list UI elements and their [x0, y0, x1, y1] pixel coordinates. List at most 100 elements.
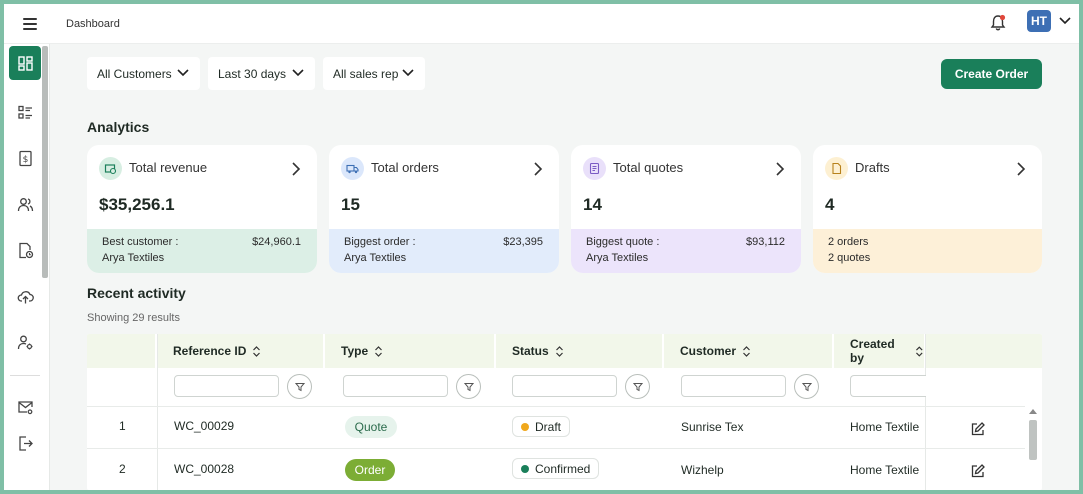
created-by-filter-input[interactable]	[850, 375, 926, 397]
card-total-revenue[interactable]: Total revenue $35,256.1 Best customer : …	[87, 145, 317, 273]
quote-document-icon	[589, 162, 600, 175]
table-scrollbar-thumb[interactable]	[1029, 420, 1037, 460]
status-label: Draft	[535, 419, 562, 434]
column-header-type[interactable]: Type	[325, 334, 496, 368]
truck-icon	[346, 164, 359, 174]
recent-activity-title: Recent activity	[87, 285, 186, 301]
filter-icon	[801, 382, 812, 391]
actions-header	[926, 334, 1042, 368]
customer-cell: Wizhelp	[681, 463, 724, 477]
sidebar-item-reports[interactable]	[9, 233, 41, 267]
edit-icon[interactable]	[970, 421, 986, 437]
sidebar-item-customers[interactable]	[9, 187, 41, 221]
sidebar-item-user-settings[interactable]	[9, 325, 41, 359]
sidebar: $	[4, 44, 50, 490]
quotes-icon-circle	[583, 157, 606, 180]
customers-filter[interactable]: All Customers	[87, 57, 200, 90]
column-header-label: Reference ID	[173, 344, 247, 358]
app-frame: Dashboard HT $ All Customers Last 30 day…	[4, 4, 1079, 490]
card-label: Total revenue	[129, 160, 208, 175]
type-badge: Quote	[345, 416, 397, 438]
filter-icon	[294, 382, 305, 391]
column-divider	[157, 334, 158, 490]
sort-icon[interactable]	[742, 345, 751, 357]
reference-id-filter-input[interactable]	[174, 375, 279, 397]
edit-icon[interactable]	[970, 463, 986, 479]
sort-icon[interactable]	[252, 345, 261, 357]
chevron-down-icon[interactable]	[1059, 16, 1071, 26]
column-header-created-by[interactable]: Created by	[834, 334, 926, 368]
card-total-quotes[interactable]: Total quotes 14 Biggest quote : $93,112 …	[571, 145, 801, 273]
status-filter-button[interactable]	[625, 374, 650, 399]
reference-id-cell[interactable]: WC_00029	[174, 419, 234, 433]
sidebar-item-invoices[interactable]: $	[9, 141, 41, 175]
footer-quotes: 2 quotes	[828, 252, 871, 264]
column-header-customer[interactable]: Customer	[664, 334, 834, 368]
sidebar-item-dashboard[interactable]	[9, 46, 41, 80]
customer-filter-input[interactable]	[681, 375, 786, 397]
list-icon	[17, 105, 32, 119]
chevron-right-icon[interactable]	[291, 162, 301, 176]
customer-cell: Sunrise Tex	[681, 420, 744, 434]
svg-text:$: $	[22, 155, 28, 165]
customer-filter-button[interactable]	[794, 374, 819, 399]
sidebar-item-logout[interactable]	[9, 426, 41, 460]
column-header-label: Created by	[850, 337, 895, 365]
scroll-up-icon[interactable]	[1029, 408, 1037, 414]
column-header-reference-id[interactable]: Reference ID	[157, 334, 325, 368]
file-clock-icon	[18, 242, 33, 258]
chevron-right-icon[interactable]	[1016, 162, 1026, 176]
sales-rep-filter-label: All sales rep	[333, 66, 399, 81]
card-total-orders[interactable]: Total orders 15 Biggest order : $23,395 …	[329, 145, 559, 273]
period-filter[interactable]: Last 30 days	[208, 57, 315, 90]
menu-icon[interactable]	[23, 18, 37, 30]
type-badge: Order	[345, 459, 395, 481]
sidebar-item-list[interactable]	[9, 95, 41, 129]
status-filter-input[interactable]	[512, 375, 617, 397]
user-settings-icon	[17, 335, 32, 349]
status-label: Confirmed	[535, 461, 591, 476]
table-scrollbar[interactable]	[1028, 406, 1038, 490]
card-value: 15	[341, 195, 360, 214]
row-number: 2	[119, 462, 126, 476]
footer-customer: Arya Textiles	[586, 252, 649, 264]
footer-customer: Arya Textiles	[102, 252, 165, 264]
card-label: Total quotes	[613, 160, 684, 175]
status-badge: Confirmed	[512, 458, 600, 479]
revenue-icon-circle	[99, 157, 122, 180]
type-filter-button[interactable]	[456, 374, 481, 399]
sort-icon[interactable]	[374, 345, 383, 357]
drafts-icon-circle	[825, 157, 848, 180]
draft-file-icon	[832, 162, 842, 175]
recent-activity-table: Reference ID Type Status Customer Create…	[87, 334, 1042, 490]
card-footer: 2 orders 2 quotes	[813, 229, 1042, 273]
invoice-icon: $	[18, 150, 32, 166]
sales-rep-filter[interactable]: All sales rep	[323, 57, 425, 90]
sort-icon[interactable]	[555, 345, 564, 357]
create-order-button[interactable]: Create Order	[941, 59, 1042, 89]
type-filter-input[interactable]	[343, 375, 448, 397]
sidebar-scrollbar[interactable]	[42, 46, 48, 278]
card-footer: Biggest order : $23,395 Arya Textiles	[329, 229, 559, 273]
card-value: 14	[583, 195, 602, 214]
footer-amount: $93,112	[746, 236, 785, 248]
footer-label: Best customer :	[102, 236, 179, 248]
card-drafts[interactable]: Drafts 4 2 orders 2 quotes	[813, 145, 1042, 273]
row-number: 1	[119, 419, 126, 433]
avatar[interactable]: HT	[1027, 10, 1051, 32]
reference-id-filter-button[interactable]	[287, 374, 312, 399]
row-number-header	[87, 334, 157, 368]
notification-bell-icon[interactable]	[988, 13, 1008, 33]
card-footer: Biggest quote : $93,112 Arya Textiles	[571, 229, 801, 273]
sort-icon[interactable]	[915, 345, 924, 357]
mail-settings-icon	[17, 400, 33, 414]
sidebar-item-mail-settings[interactable]	[9, 390, 41, 424]
column-header-status[interactable]: Status	[496, 334, 664, 368]
sidebar-item-upload[interactable]	[9, 279, 41, 313]
reference-id-cell[interactable]: WC_00028	[174, 462, 234, 476]
chevron-right-icon[interactable]	[775, 162, 785, 176]
filter-icon	[632, 382, 643, 391]
status-dot	[521, 422, 529, 431]
chevron-right-icon[interactable]	[533, 162, 543, 176]
footer-amount: $23,395	[503, 236, 543, 248]
